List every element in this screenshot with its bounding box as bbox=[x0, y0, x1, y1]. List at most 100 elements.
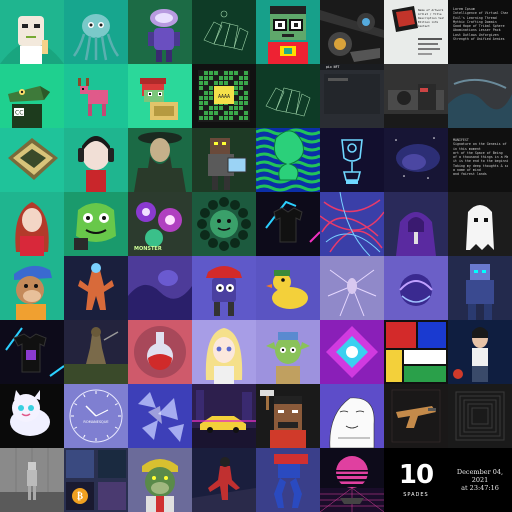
nft-tile-bauhaus-blocks[interactable] bbox=[384, 320, 448, 384]
card-number: 10 bbox=[398, 460, 434, 490]
nft-tile-mech-machine-dark[interactable] bbox=[320, 0, 384, 64]
nft-tile-purple-cave[interactable] bbox=[128, 256, 192, 320]
nft-tile-goblin-character[interactable] bbox=[256, 320, 320, 384]
blonde-anime-artwork bbox=[192, 320, 256, 384]
nft-tile-hooded-ghost[interactable] bbox=[448, 192, 512, 256]
nft-tile-headphone-girl[interactable] bbox=[64, 128, 128, 192]
nft-tile-card-with-text[interactable]: Name of Artwork Artist / Title Description… bbox=[384, 0, 448, 64]
lavender-spider-artwork bbox=[320, 256, 384, 320]
purple-cave-artwork bbox=[128, 256, 192, 320]
nft-tile-white-cat-sticker[interactable] bbox=[0, 384, 64, 448]
nft-tile-yellow-car-city[interactable] bbox=[192, 384, 256, 448]
nft-tile-tangled-wires[interactable] bbox=[320, 192, 384, 256]
nft-tile-psychedelic-flowers[interactable]: MONSTER bbox=[128, 192, 192, 256]
nft-tile-dark-screenshot[interactable]: pix NFT bbox=[320, 64, 384, 128]
robot-gamer-artwork bbox=[192, 128, 256, 192]
nft-tile-knight-field[interactable] bbox=[64, 320, 128, 384]
dark-lab-scene-artwork bbox=[384, 64, 448, 128]
green-monster-artwork bbox=[64, 192, 128, 256]
nft-tile-dark-lab-scene[interactable] bbox=[384, 64, 448, 128]
nft-tile-squid-creature[interactable] bbox=[64, 0, 128, 64]
nft-tile-qr-pixel-board[interactable]: AAAA bbox=[192, 64, 256, 128]
nft-tile-rubber-duck[interactable] bbox=[256, 256, 320, 320]
avatar-portrait-teal-artwork bbox=[0, 0, 64, 64]
nft-tile-blue-mech-legs[interactable] bbox=[256, 448, 320, 512]
nft-tile-crystal-shards[interactable] bbox=[128, 384, 192, 448]
nft-tile-black-box-pattern[interactable] bbox=[448, 384, 512, 448]
svg-text:AAAA: AAAA bbox=[218, 94, 230, 100]
nft-tile-nebula-space[interactable] bbox=[384, 128, 448, 192]
nft-tile-rug-carpet[interactable] bbox=[0, 128, 64, 192]
psychedelic-flowers-artwork: MONSTER bbox=[128, 192, 192, 256]
nft-tile-manifest-text[interactable]: MANIFESTSignature on the Genesis of digi… bbox=[448, 128, 512, 192]
nft-tile-robot-gamer[interactable] bbox=[192, 128, 256, 192]
nft-tile-sun-smiley[interactable] bbox=[192, 192, 256, 256]
nft-tile-potion-flask[interactable] bbox=[128, 320, 192, 384]
nft-tile-text-list-dark[interactable]: Lorem IpsumIntelligence of Virtual Chara… bbox=[448, 0, 512, 64]
nft-tile-ten-spades-card[interactable]: 10 SPADES bbox=[384, 448, 448, 512]
green-ape-bandana-artwork bbox=[128, 448, 192, 512]
nft-tile-purple-orb[interactable] bbox=[384, 256, 448, 320]
nft-tile-sketch-face[interactable] bbox=[320, 384, 384, 448]
nft-tile-bitcoin-collage[interactable]: ₿ bbox=[64, 448, 128, 512]
pixel-man-hammer-artwork bbox=[256, 384, 320, 448]
rubber-duck-artwork bbox=[256, 256, 320, 320]
nft-tile-robot-fighter[interactable] bbox=[64, 256, 128, 320]
nft-tile-avatar-portrait-teal[interactable] bbox=[0, 0, 64, 64]
warrior-woman-artwork bbox=[448, 320, 512, 384]
nft-tile-purple-hoodie[interactable] bbox=[384, 192, 448, 256]
nft-tile-lavender-spider[interactable] bbox=[320, 256, 384, 320]
blue-mech-legs-artwork bbox=[256, 448, 320, 512]
nft-tile-red-hero-dark[interactable] bbox=[192, 448, 256, 512]
nft-tile-card-hand-green-2[interactable] bbox=[256, 64, 320, 128]
red-haired-woman-artwork bbox=[0, 192, 64, 256]
nft-tile-synthwave-sunset[interactable] bbox=[320, 448, 384, 512]
green-swirl-pattern-artwork bbox=[256, 128, 320, 192]
text-list-line: Strength of Unified Armies bbox=[453, 37, 505, 42]
nft-tile-analog-clock[interactable]: ROMANESQUE bbox=[64, 384, 128, 448]
nft-tile-pixel-turtle[interactable] bbox=[128, 64, 192, 128]
nft-tile-cyber-robot-blue[interactable] bbox=[448, 256, 512, 320]
nft-tile-black-tshirt-neon[interactable] bbox=[256, 192, 320, 256]
nft-tile-red-cap-cube[interactable] bbox=[192, 256, 256, 320]
purple-hoodie-artwork bbox=[384, 192, 448, 256]
svg-text:CC: CC bbox=[15, 110, 23, 117]
nft-tile-crocodile-character[interactable]: CC bbox=[0, 64, 64, 128]
nebula-space-artwork bbox=[384, 128, 448, 192]
nft-tile-purple-robot[interactable] bbox=[128, 0, 192, 64]
nft-tile-neon-diamond[interactable] bbox=[320, 320, 384, 384]
nft-tile-cloaked-warrior[interactable] bbox=[128, 128, 192, 192]
red-hero-dark-artwork bbox=[192, 448, 256, 512]
nft-tile-red-haired-woman[interactable] bbox=[0, 192, 64, 256]
nft-tile-neon-tshirt[interactable] bbox=[0, 320, 64, 384]
analog-clock-artwork bbox=[64, 384, 128, 448]
nft-tile-warrior-woman[interactable] bbox=[448, 320, 512, 384]
crocodile-character-artwork: CC bbox=[0, 64, 64, 128]
purple-robot-artwork bbox=[128, 0, 192, 64]
svg-text:₿: ₿ bbox=[77, 491, 83, 502]
bitcoin-collage-artwork: ₿ bbox=[64, 448, 128, 512]
white-cat-sticker-artwork bbox=[0, 384, 64, 448]
nft-tile-robot-nerd[interactable] bbox=[256, 0, 320, 64]
nft-tile-neon-cup-trophy[interactable] bbox=[320, 128, 384, 192]
potion-flask-artwork bbox=[128, 320, 192, 384]
nft-tile-dark-abstract[interactable] bbox=[448, 64, 512, 128]
nft-tile-ape-cap[interactable] bbox=[0, 256, 64, 320]
nft-tile-pixel-man-hammer[interactable] bbox=[256, 384, 320, 448]
nft-tile-robot-gallery-room[interactable] bbox=[0, 448, 64, 512]
knight-field-artwork bbox=[64, 320, 128, 384]
card-text-lines: Name of Artwork Artist / Title Description… bbox=[418, 8, 444, 28]
manifest-line: Signature on the Genesis of digital bbox=[453, 142, 508, 147]
nft-tile-green-ape-bandana[interactable] bbox=[128, 448, 192, 512]
nft-tile-pistol-gun[interactable] bbox=[384, 384, 448, 448]
nft-tile-card-hand-green[interactable] bbox=[192, 0, 256, 64]
hooded-ghost-artwork bbox=[448, 192, 512, 256]
nft-tile-blonde-anime[interactable] bbox=[192, 320, 256, 384]
squid-creature-artwork bbox=[64, 0, 128, 64]
nft-tile-pink-pixel-deer[interactable] bbox=[64, 64, 128, 128]
nft-tile-green-swirl-pattern[interactable] bbox=[256, 128, 320, 192]
dark-abstract-artwork bbox=[448, 64, 512, 128]
goblin-character-artwork bbox=[256, 320, 320, 384]
nft-tile-date-card[interactable]: December 04, 2021 at 23:47:16 bbox=[448, 448, 512, 512]
nft-tile-green-monster[interactable] bbox=[64, 192, 128, 256]
